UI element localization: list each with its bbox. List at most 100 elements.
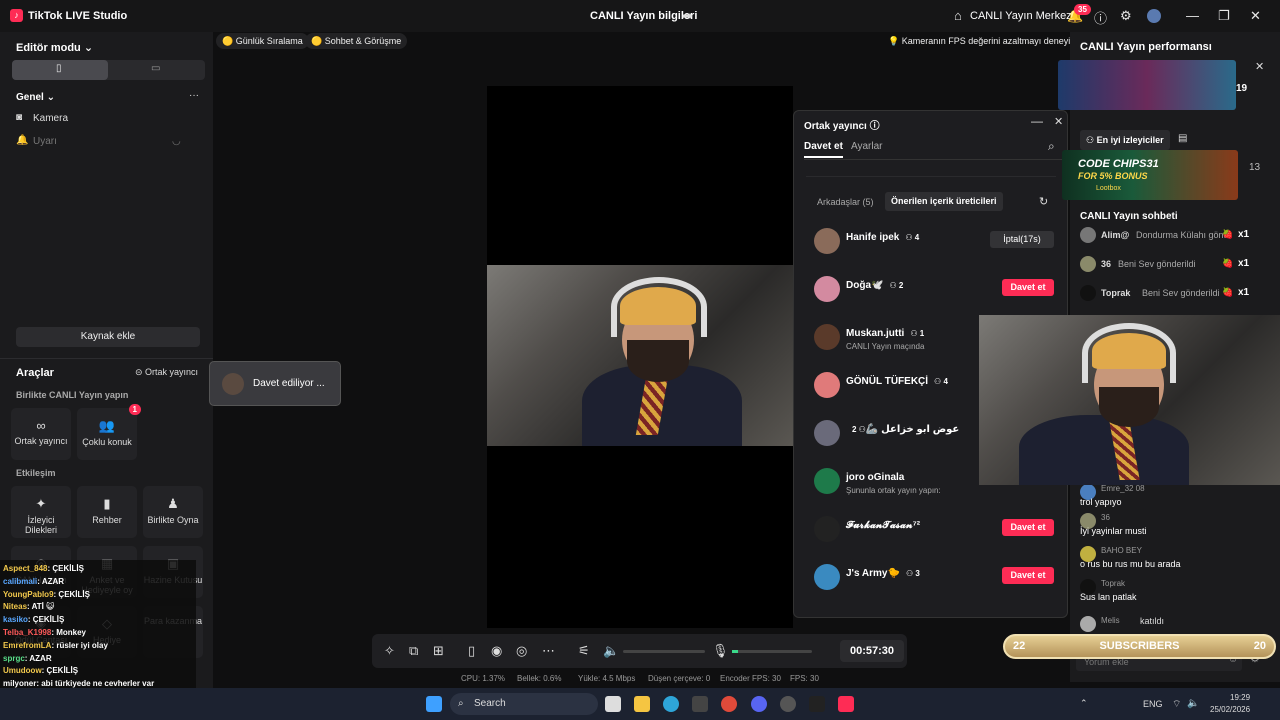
lootbox-ad[interactable]: CODE CHIPS31 FOR 5% BONUS Lootbox xyxy=(1062,150,1238,200)
overlay-chat-line: EmrefromLA: rüsler iyi olay xyxy=(3,640,193,653)
eye-icon[interactable]: ◡ xyxy=(172,136,181,147)
minimize-icon[interactable]: — xyxy=(1186,8,1199,23)
creator-count-value: 4 xyxy=(943,377,948,386)
add-source-button[interactable]: Kaynak ekle xyxy=(16,327,200,347)
microphone-icon[interactable]: 🎙 xyxy=(712,643,729,659)
phone-icon[interactable]: ▯ xyxy=(468,643,475,659)
volume-icon[interactable]: 🔈 xyxy=(603,643,619,659)
taskbar-search[interactable]: ⌕ Search xyxy=(450,693,598,715)
tab-ayarlar[interactable]: Ayarlar xyxy=(851,141,883,152)
creator-row[interactable]: Doğa🕊️ ⚇ 2 Davet et xyxy=(814,276,1054,306)
avatar xyxy=(1080,256,1096,272)
app-icon[interactable] xyxy=(780,696,796,712)
tool-tools1-1[interactable]: 👥 Çoklu konuk 1 xyxy=(77,404,141,460)
avatar xyxy=(814,228,840,254)
cancel-invite-button[interactable]: İptal(17s) xyxy=(990,231,1054,248)
creator-count-value: 1 xyxy=(919,329,925,338)
ortak-yayinci-link[interactable]: ⊝ Ortak yayıncı xyxy=(135,367,198,378)
tool-tools2-2[interactable]: ♟ Birlikte Oyna xyxy=(143,486,203,538)
gift-message: Beni Sev gönderildi xyxy=(1118,259,1196,269)
friends-tab[interactable]: Arkadaşlar (5) xyxy=(817,197,874,207)
more-icon[interactable]: ··· xyxy=(189,90,199,101)
overlay-chat-user: milyoner xyxy=(3,679,37,689)
share-icon[interactable]: ➦ xyxy=(682,8,693,24)
gear-icon[interactable]: ⚙ xyxy=(1120,8,1132,24)
discord-icon[interactable] xyxy=(751,696,767,712)
settings-sliders-icon[interactable]: ⚟ xyxy=(578,643,590,659)
chevron-up-icon[interactable]: ⌃ xyxy=(1080,698,1088,709)
creator-count: ⚇ 4 xyxy=(934,377,948,386)
minimize-icon[interactable]: — xyxy=(1031,114,1043,128)
list-icon[interactable]: ▤ xyxy=(1178,133,1187,144)
creator-row[interactable]: J's Army🐤 ⚇ 3 Davet et xyxy=(814,564,1054,594)
volume-slider[interactable] xyxy=(623,650,705,653)
tool-tools1-0[interactable]: ∞ Ortak yayıncı xyxy=(11,408,71,460)
wifi-icon[interactable]: ⌔ xyxy=(1172,698,1181,711)
task-view-icon[interactable] xyxy=(605,696,621,712)
invite-button[interactable]: Davet et xyxy=(1002,567,1054,584)
help-icon[interactable]: ⓘ xyxy=(1094,8,1107,27)
edge-icon[interactable] xyxy=(663,696,679,712)
chat-text: İyi yayinlar musti xyxy=(1080,526,1147,536)
more-icon[interactable]: ⋯ xyxy=(542,643,555,659)
record-icon[interactable]: ◉ xyxy=(491,643,502,659)
source-kamera[interactable]: Kamera xyxy=(33,113,68,124)
creator-count-value: 4 xyxy=(914,233,920,242)
tool-tools2-1[interactable]: ▮ Rehber xyxy=(77,486,137,538)
stream-canvas[interactable] xyxy=(487,86,793,628)
effects-icon[interactable]: ⧉ xyxy=(409,643,418,659)
live-center-link[interactable]: CANLI Yayın Merkezi xyxy=(970,10,1074,22)
source-uyari[interactable]: Uyarı xyxy=(33,136,57,147)
file-explorer-icon[interactable] xyxy=(634,696,650,712)
top-viewers-tab[interactable]: ⚇ En iyi izleyiciler xyxy=(1080,130,1170,150)
landscape-icon[interactable]: ▭ xyxy=(151,63,160,74)
ad-brand: Lootbox xyxy=(1096,185,1121,192)
layout-icon[interactable]: ⊞ xyxy=(433,643,444,659)
creators-tab[interactable]: Önerilen içerik üreticileri xyxy=(885,192,1003,211)
person-icon: ⚇ xyxy=(905,569,916,578)
creator-count-value: 2 xyxy=(898,281,904,290)
close-icon[interactable]: ✕ xyxy=(1054,115,1063,128)
overlay-chat-line: Niteas: ATİ 😺 xyxy=(3,601,193,614)
store-icon[interactable] xyxy=(692,696,708,712)
maximize-icon[interactable]: ❐ xyxy=(1218,8,1230,24)
epic-icon[interactable] xyxy=(809,696,825,712)
chrome-icon[interactable] xyxy=(721,696,737,712)
invite-button[interactable]: Davet et xyxy=(1002,279,1054,296)
refresh-icon[interactable]: ↻ xyxy=(1039,195,1048,208)
avatar[interactable] xyxy=(1147,9,1161,23)
creator-name: Hanife ipek ⚇ 4 xyxy=(846,232,919,243)
mic-slider[interactable] xyxy=(732,650,812,653)
editor-mode-dropdown[interactable]: Editör modu ⌄ xyxy=(16,41,93,54)
search-icon[interactable]: ⌕ xyxy=(1048,139,1055,154)
creator-name: عوض ابو خزاعل 🦾⚇ 2 xyxy=(846,424,959,435)
chat-message: BAHO BEY o rus bu rus mu bu arada xyxy=(1080,546,1270,574)
creator-row[interactable]: 𝓕𝓾𝓻𝓴𝓪𝓷𝓣𝓪𝓼𝓪𝓷⁷² Davet et xyxy=(814,516,1054,546)
language-indicator[interactable]: ENG xyxy=(1143,699,1163,709)
game-banner[interactable] xyxy=(1058,60,1236,110)
capture-icon[interactable]: ◎ xyxy=(516,643,527,659)
creator-row[interactable]: Hanife ipek ⚇ 4 İptal(17s) xyxy=(814,228,1054,258)
home-icon[interactable]: ⌂ xyxy=(954,8,962,23)
app-title: TikTok LIVE Studio xyxy=(28,10,128,22)
orientation-toggle[interactable]: ▯ ▭ xyxy=(12,60,205,80)
stream-controls: ✧ ⧉ ⊞ ▯ ◉ ◎ ⋯ ⚟ 🔈 🎙 00:57:30 xyxy=(372,634,907,668)
speaker-icon[interactable]: 🔈 xyxy=(1187,698,1199,709)
chat-call-pill[interactable]: 🟡 Sohbet & Görüşme xyxy=(305,33,408,49)
tool-tools2-0[interactable]: ✦ İzleyici Dilekleri xyxy=(11,486,71,538)
side-number: 13 xyxy=(1249,162,1261,173)
creator-name-text: Muskan.jutti xyxy=(846,328,905,339)
portrait-option[interactable]: ▯ xyxy=(12,60,108,80)
creator-name: Muskan.jutti ⚇ 1 xyxy=(846,328,924,339)
close-icon[interactable]: ✕ xyxy=(1250,8,1261,24)
windows-start-icon[interactable] xyxy=(426,696,442,712)
magic-icon[interactable]: ✧ xyxy=(384,643,395,659)
avatar xyxy=(1080,227,1096,243)
tiktok-icon[interactable] xyxy=(838,696,854,712)
tool-icon: ∞ xyxy=(36,418,46,433)
tab-davet[interactable]: Davet et xyxy=(804,141,843,158)
daily-ranking-pill[interactable]: 🟡 Günlük Sıralama xyxy=(216,33,309,49)
invite-button[interactable]: Davet et xyxy=(1002,519,1054,536)
close-icon[interactable]: ✕ xyxy=(1255,60,1264,73)
genel-dropdown[interactable]: Genel ⌄ xyxy=(16,92,55,103)
